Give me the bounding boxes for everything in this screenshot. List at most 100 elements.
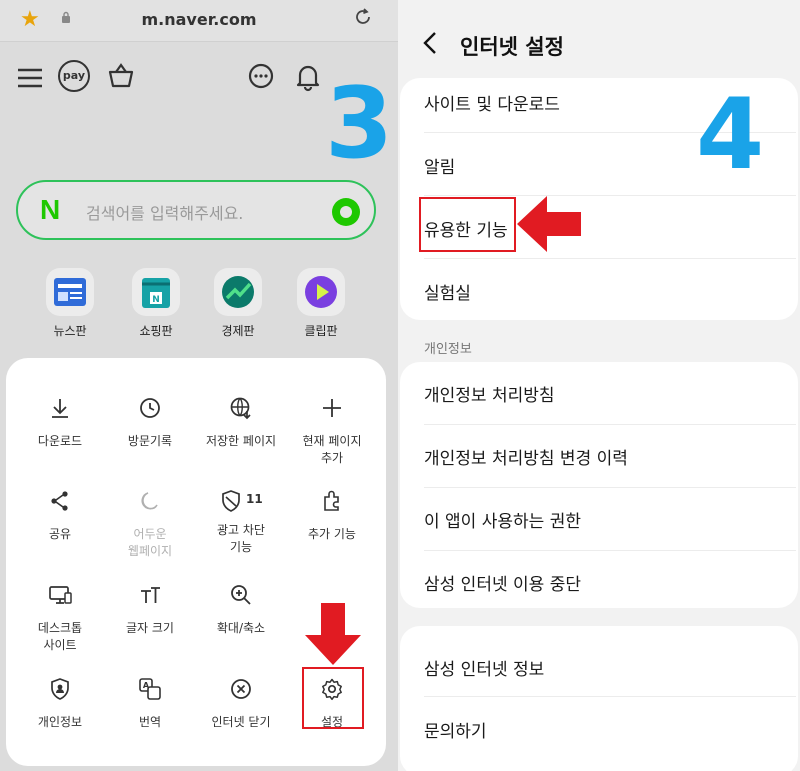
zoom-in-icon — [231, 585, 251, 605]
green-dot-icon[interactable] — [332, 198, 360, 226]
menu-label: 추가 — [320, 451, 344, 465]
chart-trend-icon — [214, 268, 262, 316]
settings-item-privacy-policy[interactable]: 개인정보 처리방침 — [424, 381, 555, 406]
desktop-icon — [49, 586, 72, 604]
quick-link-label: 뉴스판 — [53, 324, 87, 338]
menu-label: 확대/축소 — [216, 621, 266, 635]
menu-dark-mode[interactable]: 어두운웹페이지 — [104, 488, 196, 560]
settings-item-stop-using[interactable]: 삼성 인터넷 이용 중단 — [424, 570, 581, 595]
page-title: 인터넷 설정 — [460, 35, 564, 59]
menu-label: 광고 차단 — [217, 523, 265, 537]
search-input[interactable]: N 검색어를 입력해주세요. — [16, 180, 376, 240]
red-arrow-down-icon — [305, 603, 361, 665]
menu-label: 기능 — [229, 540, 253, 554]
url-text[interactable]: m.naver.com — [0, 10, 398, 29]
settings-highlight-box — [302, 667, 364, 729]
plus-icon — [323, 399, 341, 417]
divider — [424, 195, 796, 196]
menu-exit[interactable]: 인터넷 닫기 — [195, 676, 287, 731]
address-bar[interactable]: ★ m.naver.com — [0, 0, 398, 42]
menu-label: 개인정보 — [37, 715, 83, 729]
divider — [424, 487, 796, 488]
shopping-basket-icon[interactable] — [105, 60, 137, 92]
menu-add-page[interactable]: 현재 페이지추가 — [286, 395, 378, 467]
share-icon — [51, 491, 68, 511]
menu-adblock[interactable]: 11 광고 차단기능 — [195, 488, 287, 556]
play-icon — [297, 268, 345, 316]
divider — [424, 696, 796, 697]
menu-label: 웹페이지 — [127, 544, 173, 558]
back-arrow-icon[interactable] — [422, 30, 438, 56]
menu-text-size[interactable]: 글자 크기 — [104, 582, 196, 637]
step-number-4: 4 — [696, 78, 765, 192]
download-icon — [52, 399, 68, 418]
clock-icon — [140, 398, 160, 418]
menu-translate[interactable]: A 번역 — [104, 676, 196, 731]
quick-link-label: 쇼핑판 — [139, 324, 173, 338]
menu-label: 인터넷 닫기 — [211, 715, 271, 729]
menu-icon[interactable] — [14, 62, 46, 94]
news-icon — [46, 268, 94, 316]
close-circle-icon — [231, 679, 251, 699]
divider — [424, 550, 796, 551]
settings-item-sites-downloads[interactable]: 사이트 및 다운로드 — [424, 90, 560, 115]
menu-label: 공유 — [48, 527, 72, 541]
menu-history[interactable]: 방문기록 — [104, 395, 196, 450]
menu-desktop-site[interactable]: 데스크톱사이트 — [14, 582, 106, 654]
menu-saved-pages[interactable]: 저장한 페이지 — [195, 395, 287, 450]
settings-item-labs[interactable]: 실험실 — [424, 279, 471, 304]
menu-label: 글자 크기 — [126, 621, 174, 635]
quick-link-clip[interactable]: 클립판 — [291, 268, 351, 339]
menu-label: 사이트 — [43, 638, 77, 652]
quick-link-shopping[interactable]: N 쇼핑판 — [126, 268, 186, 339]
menu-label: 추가 기능 — [308, 527, 356, 541]
settings-header: 인터넷 설정 — [398, 0, 800, 80]
settings-screen: 인터넷 설정 사이트 및 다운로드 알림 유용한 기능 실험실 4 개인정보 개… — [398, 0, 800, 771]
browser-screen: ★ m.naver.com pay 3 N 검색어를 입력해주세요. 뉴스판 N… — [0, 0, 398, 771]
useful-features-highlight-box — [419, 197, 516, 252]
naver-logo: N — [40, 194, 61, 225]
menu-addons[interactable]: 추가 기능 — [286, 488, 378, 543]
divider — [424, 258, 796, 259]
search-placeholder: 검색어를 입력해주세요. — [86, 204, 244, 223]
section-header-privacy: 개인정보 — [424, 342, 472, 357]
step-number-3: 3 — [325, 67, 394, 181]
menu-label: 방문기록 — [127, 434, 173, 448]
moon-icon — [141, 492, 158, 510]
text-size-icon — [141, 587, 160, 603]
shopping-bag-icon: N — [132, 268, 180, 316]
menu-label: 어두운 — [133, 527, 167, 541]
puzzle-icon — [324, 490, 339, 511]
menu-privacy[interactable]: 개인정보 — [14, 676, 106, 731]
pay-icon[interactable]: pay — [58, 60, 90, 92]
bell-icon[interactable] — [292, 60, 324, 92]
divider — [424, 424, 796, 425]
menu-zoom[interactable]: 확대/축소 — [195, 582, 287, 637]
shield-user-icon — [51, 678, 69, 700]
adblock-count: 11 — [246, 492, 263, 506]
quick-link-label: 클립판 — [304, 324, 338, 338]
quick-link-economy[interactable]: 경제판 — [208, 268, 268, 339]
translate-icon: A — [139, 678, 161, 700]
settings-item-notifications[interactable]: 알림 — [424, 153, 455, 178]
settings-item-contact[interactable]: 문의하기 — [424, 717, 487, 742]
menu-share[interactable]: 공유 — [14, 488, 106, 543]
menu-label: 데스크톱 — [37, 621, 83, 635]
svg-text:A: A — [143, 681, 150, 690]
shield-block-icon: 11 — [218, 488, 264, 514]
menu-label: 다운로드 — [37, 434, 83, 448]
svg-text:N: N — [152, 295, 160, 305]
globe-download-icon — [230, 397, 251, 420]
reload-icon[interactable] — [352, 6, 374, 28]
menu-label: 현재 페이지 — [302, 434, 362, 448]
quick-link-news[interactable]: 뉴스판 — [40, 268, 100, 339]
menu-label: 번역 — [138, 715, 162, 729]
quick-link-label: 경제판 — [221, 324, 255, 338]
settings-group-about — [400, 626, 798, 771]
settings-item-about[interactable]: 삼성 인터넷 정보 — [424, 655, 544, 680]
settings-item-privacy-policy-history[interactable]: 개인정보 처리방침 변경 이력 — [424, 444, 628, 469]
red-arrow-left-icon — [517, 196, 581, 252]
chat-icon[interactable] — [245, 60, 277, 92]
settings-item-app-permissions[interactable]: 이 앱이 사용하는 권한 — [424, 507, 581, 532]
menu-download[interactable]: 다운로드 — [14, 395, 106, 450]
